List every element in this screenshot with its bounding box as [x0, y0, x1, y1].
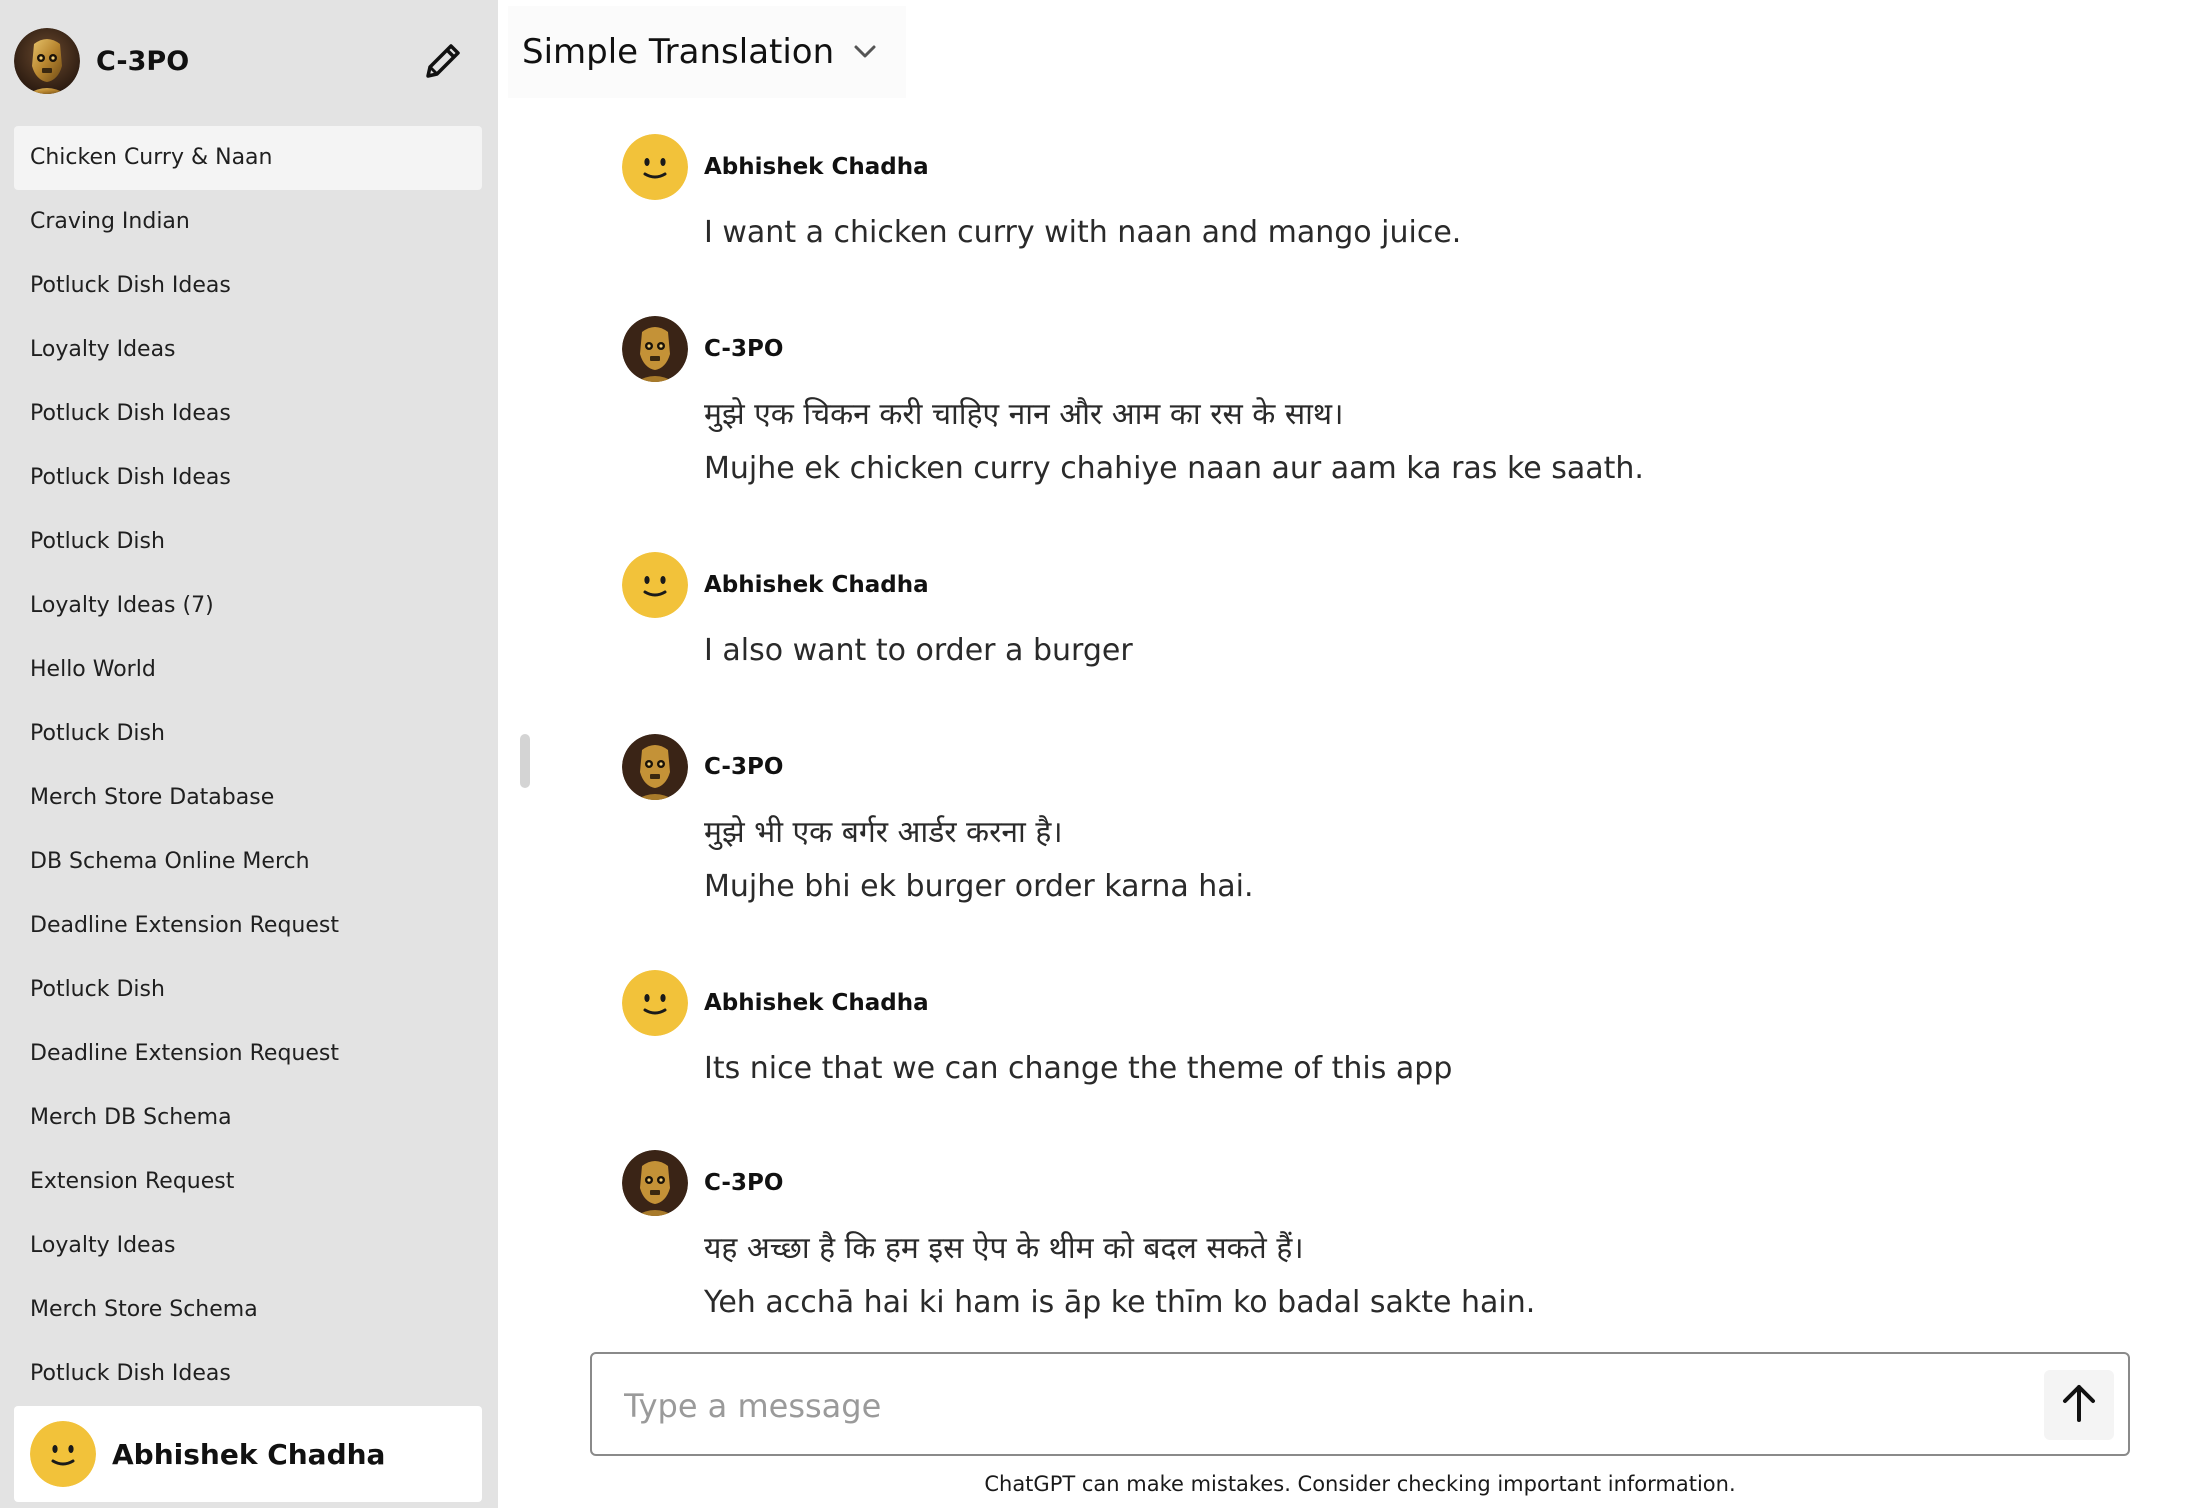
- message-input[interactable]: [624, 1378, 2004, 1434]
- message-text-hindi: मुझे एक चिकन करी चाहिए नान और आम का रस क…: [704, 397, 1344, 432]
- message-author: Abhishek Chadha: [704, 154, 929, 180]
- c3po-avatar: [622, 734, 688, 800]
- sidebar: C-3PO Chicken Curry & Naan Craving India…: [0, 0, 498, 1508]
- c3po-avatar: [622, 1150, 688, 1216]
- model-name: Simple Translation: [522, 32, 835, 72]
- smiley-avatar: [30, 1421, 96, 1487]
- sidebar-item[interactable]: Chicken Curry & Naan: [14, 126, 482, 190]
- sidebar-item[interactable]: Potluck Dish: [14, 702, 482, 766]
- sidebar-item[interactable]: Deadline Extension Request: [14, 1022, 482, 1086]
- chat-main: Simple Translation Abhishek Chadha I wan…: [498, 0, 2210, 1508]
- message-assistant: C-3PO मुझे भी एक बर्गर आर्डर करना है। Mu…: [622, 734, 2102, 914]
- sidebar-item[interactable]: Potluck Dish: [14, 510, 482, 574]
- scroll-handle[interactable]: [520, 734, 530, 788]
- sidebar-item[interactable]: Hello World: [14, 638, 482, 702]
- message-user: Abhishek Chadha I want a chicken curry w…: [622, 134, 2102, 260]
- message-author: C-3PO: [704, 1170, 784, 1196]
- sidebar-item[interactable]: Loyalty Ideas: [14, 318, 482, 382]
- message-text: Its nice that we can change the theme of…: [704, 1051, 1453, 1086]
- arrow-up-icon: [2056, 1380, 2102, 1430]
- sidebar-item[interactable]: Merch Store Schema: [14, 1278, 482, 1342]
- message-text-transliteration: Mujhe bhi ek burger order karna hai.: [704, 869, 1254, 904]
- disclaimer-text: ChatGPT can make mistakes. Consider chec…: [984, 1472, 1736, 1496]
- message-text-transliteration: Mujhe ek chicken curry chahiye naan aur …: [704, 451, 1644, 486]
- c3po-avatar: [14, 28, 80, 94]
- sidebar-item[interactable]: Merch Store Database: [14, 766, 482, 830]
- sidebar-item[interactable]: Loyalty Ideas (7): [14, 574, 482, 638]
- smiley-avatar: [622, 134, 688, 200]
- sidebar-item[interactable]: Potluck Dish Ideas: [14, 446, 482, 510]
- sidebar-item[interactable]: Deadline Extension Request: [14, 894, 482, 958]
- sidebar-item[interactable]: Potluck Dish Ideas: [14, 1342, 482, 1406]
- sidebar-item[interactable]: Potluck Dish Ideas: [14, 382, 482, 446]
- sidebar-item[interactable]: DB Schema Online Merch: [14, 830, 482, 894]
- message-text-hindi: यह अच्छा है कि हम इस ऐप के थीम को बदल सक…: [704, 1231, 1304, 1266]
- message-user: Abhishek Chadha Its nice that we can cha…: [622, 970, 2102, 1096]
- user-profile-button[interactable]: Abhishek Chadha: [14, 1406, 482, 1502]
- message-text-transliteration: Yeh acchā hai ki ham is āp ke thīm ko ba…: [704, 1285, 1536, 1320]
- message-text: I also want to order a burger: [704, 633, 1133, 668]
- message-text-hindi: मुझे भी एक बर्गर आर्डर करना है।: [704, 815, 1063, 850]
- smiley-avatar: [622, 552, 688, 618]
- message-composer: [590, 1352, 2130, 1456]
- conversation-list: Chicken Curry & Naan Craving Indian Potl…: [14, 126, 482, 1406]
- model-selector[interactable]: Simple Translation: [508, 6, 907, 98]
- sidebar-title: C-3PO: [96, 45, 190, 77]
- sidebar-header: C-3PO: [14, 22, 468, 100]
- sidebar-item[interactable]: Loyalty Ideas: [14, 1214, 482, 1278]
- chevron-down-icon: [852, 39, 878, 65]
- sidebar-item[interactable]: Merch DB Schema: [14, 1086, 482, 1150]
- message-author: Abhishek Chadha: [704, 572, 929, 598]
- message-author: C-3PO: [704, 754, 784, 780]
- message-user: Abhishek Chadha I also want to order a b…: [622, 552, 2102, 678]
- message-author: Abhishek Chadha: [704, 990, 929, 1016]
- sidebar-item[interactable]: Potluck Dish Ideas: [14, 254, 482, 318]
- c3po-avatar: [622, 316, 688, 382]
- message-author: C-3PO: [704, 336, 784, 362]
- sidebar-item[interactable]: Potluck Dish: [14, 958, 482, 1022]
- smiley-avatar: [622, 970, 688, 1036]
- user-name: Abhishek Chadha: [112, 1437, 386, 1471]
- message-text: I want a chicken curry with naan and man…: [704, 215, 1462, 250]
- message-assistant: C-3PO यह अच्छा है कि हम इस ऐप के थीम को …: [622, 1150, 2102, 1330]
- sidebar-item[interactable]: Craving Indian: [14, 190, 482, 254]
- pencil-icon[interactable]: [418, 36, 468, 86]
- sidebar-item[interactable]: Extension Request: [14, 1150, 482, 1214]
- message-assistant: C-3PO मुझे एक चिकन करी चाहिए नान और आम क…: [622, 316, 2102, 496]
- send-button[interactable]: [2044, 1370, 2114, 1440]
